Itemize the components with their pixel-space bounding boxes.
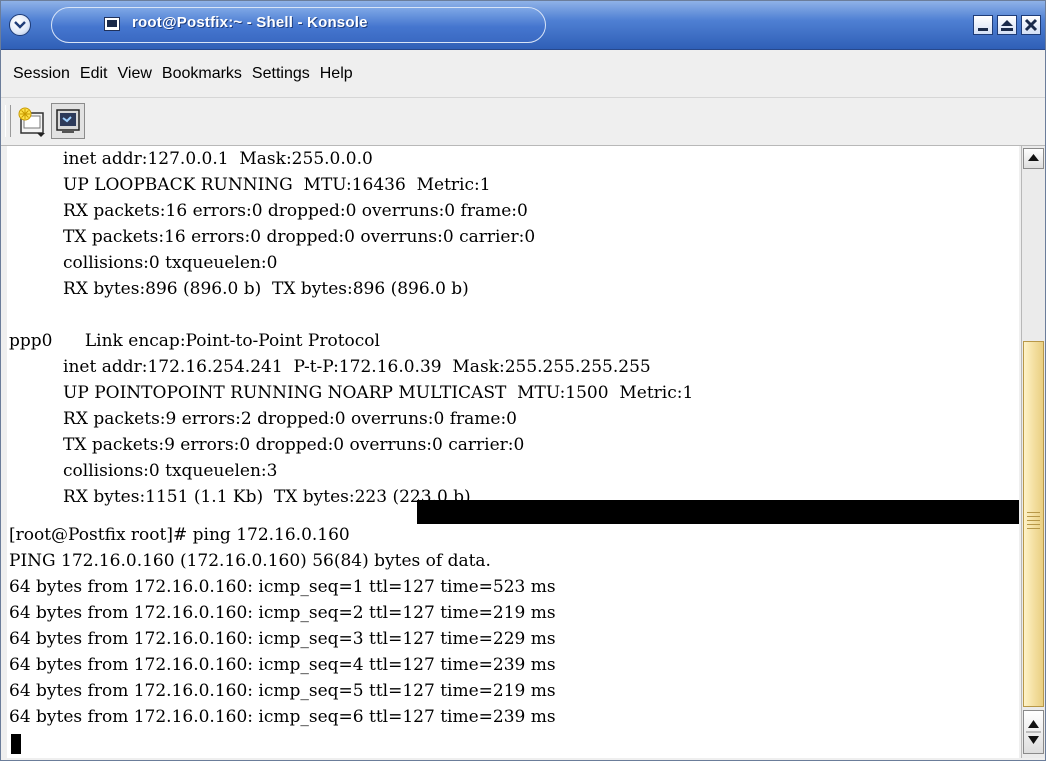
menu-help[interactable]: Help: [320, 65, 353, 83]
terminal-line: RX bytes:896 (896.0 b) TX bytes:896 (896…: [9, 279, 469, 299]
terminal-line: inet addr:172.16.254.241 P-t-P:172.16.0.…: [9, 357, 651, 377]
maximize-button[interactable]: [997, 15, 1017, 35]
menu-view[interactable]: View: [118, 65, 152, 83]
minimize-icon: [978, 28, 988, 31]
window-controls: [973, 15, 1041, 35]
maximize-icon: [1001, 20, 1013, 31]
terminal-line: TX packets:9 errors:0 dropped:0 overruns…: [9, 435, 525, 455]
terminal-line: inet addr:127.0.0.1 Mask:255.0.0.0: [9, 149, 373, 169]
close-button[interactable]: [1021, 15, 1041, 35]
menu-bar: Session Edit View Bookmarks Settings Hel…: [1, 50, 1045, 98]
new-session-icon: [18, 107, 45, 137]
chevron-down-icon: [14, 21, 26, 29]
konsole-icon: [56, 109, 80, 133]
scroll-step-buttons[interactable]: [1023, 710, 1044, 754]
title-pill: root@Postfix:~ - Shell - Konsole: [51, 7, 546, 43]
arrow-up-icon: [1028, 154, 1039, 161]
terminal-cursor: [11, 734, 21, 754]
terminal-line: PING 172.16.0.160 (172.16.0.160) 56(84) …: [9, 551, 491, 571]
scroll-thumb-grip: [1027, 512, 1040, 532]
menu-edit[interactable]: Edit: [80, 65, 108, 83]
vertical-scrollbar[interactable]: [1021, 146, 1045, 758]
terminal-line: 64 bytes from 172.16.0.160: icmp_seq=6 t…: [9, 707, 556, 727]
terminal-line: collisions:0 txqueuelen:3: [9, 461, 278, 481]
window-menu-button[interactable]: [9, 14, 31, 36]
konsole-window: root@Postfix:~ - Shell - Konsole Session…: [0, 0, 1046, 761]
terminal-icon: [104, 17, 120, 31]
redaction-bar: [417, 500, 1019, 524]
terminal-line: 64 bytes from 172.16.0.160: icmp_seq=5 t…: [9, 681, 556, 701]
scroll-up-button[interactable]: [1023, 148, 1044, 169]
toolbar: [1, 99, 1045, 146]
menu-session[interactable]: Session: [13, 65, 70, 83]
arrow-up-down-icon: [1026, 720, 1041, 744]
terminal-line: UP LOOPBACK RUNNING MTU:16436 Metric:1: [9, 175, 491, 195]
close-icon: [1024, 18, 1038, 32]
terminal-line: [root@Postfix root]# ping 172.16.0.160: [9, 525, 350, 545]
terminal-line: TX packets:16 errors:0 dropped:0 overrun…: [9, 227, 536, 247]
window-title: root@Postfix:~ - Shell - Konsole: [132, 14, 368, 31]
terminal-line: collisions:0 txqueuelen:0: [9, 253, 278, 273]
terminal-line: 64 bytes from 172.16.0.160: icmp_seq=4 t…: [9, 655, 556, 675]
toolbar-grip[interactable]: [5, 105, 11, 137]
terminal-button[interactable]: [51, 103, 85, 139]
terminal-output[interactable]: inet addr:127.0.0.1 Mask:255.0.0.0 UP LO…: [7, 146, 1019, 758]
terminal-line: RX packets:16 errors:0 dropped:0 overrun…: [9, 201, 528, 221]
scroll-thumb[interactable]: [1023, 341, 1044, 707]
terminal-line: RX packets:9 errors:2 dropped:0 overruns…: [9, 409, 517, 429]
terminal-line: ppp0 Link encap:Point-to-Point Protocol: [9, 331, 380, 351]
terminal-line: RX bytes:1151 (1.1 Kb) TX bytes:223 (223…: [9, 487, 471, 507]
terminal-line: 64 bytes from 172.16.0.160: icmp_seq=1 t…: [9, 577, 556, 597]
menu-bookmarks[interactable]: Bookmarks: [162, 65, 242, 83]
minimize-button[interactable]: [973, 15, 993, 35]
menu-settings[interactable]: Settings: [252, 65, 310, 83]
terminal-line: 64 bytes from 172.16.0.160: icmp_seq=2 t…: [9, 603, 556, 623]
terminal-line: UP POINTOPOINT RUNNING NOARP MULTICAST M…: [9, 383, 694, 403]
new-session-button[interactable]: [15, 103, 49, 139]
terminal-line: 64 bytes from 172.16.0.160: icmp_seq=3 t…: [9, 629, 556, 649]
title-bar[interactable]: root@Postfix:~ - Shell - Konsole: [1, 1, 1045, 50]
